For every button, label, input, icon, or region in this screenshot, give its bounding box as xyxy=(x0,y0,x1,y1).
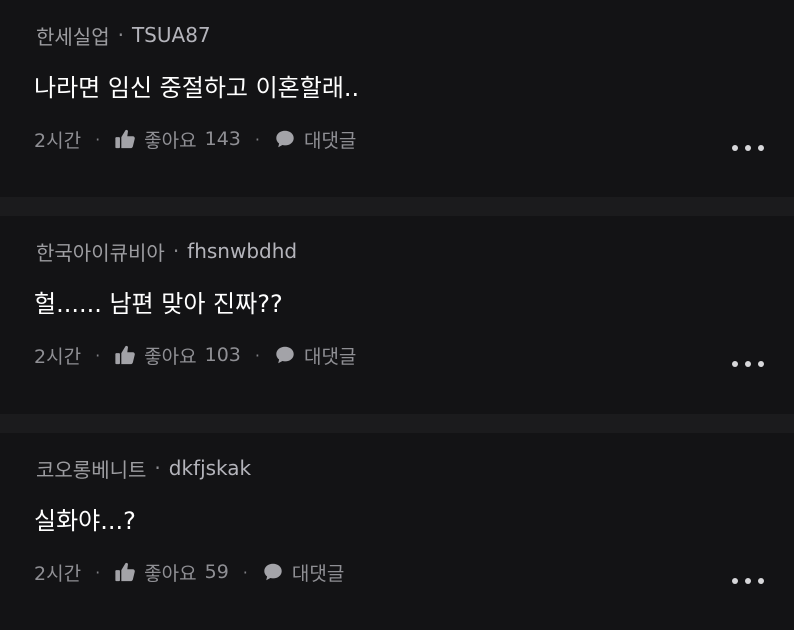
like-button[interactable]: 좋아요 103 xyxy=(114,342,241,369)
like-count: 143 xyxy=(204,128,241,150)
like-count: 103 xyxy=(204,344,241,366)
comment-time: 2시간 xyxy=(34,562,82,585)
separator-dot: · xyxy=(172,239,180,263)
author-company: 코오롱베니트 xyxy=(36,457,147,482)
more-horizontal-icon xyxy=(732,578,738,584)
separator-dot: · xyxy=(95,129,101,149)
author-company: 한세실업 xyxy=(36,24,110,49)
comment-text: 나라면 임신 중절하고 이혼할래.. xyxy=(34,74,360,102)
reply-button[interactable]: 대댓글 xyxy=(274,342,356,369)
thumbs-up-icon xyxy=(115,562,135,582)
separator-dot: · xyxy=(242,562,248,582)
like-button[interactable]: 좋아요 143 xyxy=(114,126,241,153)
more-horizontal-icon xyxy=(732,145,738,151)
speech-bubble-icon xyxy=(264,563,282,581)
comment-author[interactable]: 코오롱베니트 · dkfjskak xyxy=(36,453,251,483)
comment-text: 헐...... 남편 맞아 진짜?? xyxy=(34,290,283,318)
separator-dot: · xyxy=(154,456,161,480)
like-count: 59 xyxy=(204,561,229,583)
author-username: dkfjskak xyxy=(168,456,252,480)
reply-label: 대댓글 xyxy=(303,129,357,152)
separator-dot: · xyxy=(117,23,124,47)
reply-button[interactable]: 대댓글 xyxy=(274,126,356,153)
separator-dot: · xyxy=(254,129,260,149)
more-horizontal-icon xyxy=(732,361,738,367)
more-options-button[interactable] xyxy=(732,140,764,156)
comment-time: 2시간 xyxy=(34,129,82,152)
comment-meta: 2시간 · 좋아요 143 · 대댓글 xyxy=(34,124,356,154)
like-label: 좋아요 xyxy=(144,129,197,152)
thumbs-up-icon xyxy=(115,345,135,365)
comment-list: 한세실업 · TSUA87 나라면 임신 중절하고 이혼할래.. 2시간 · 좋… xyxy=(0,0,794,618)
separator-dot: · xyxy=(95,562,101,582)
reply-label: 대댓글 xyxy=(291,562,345,585)
divider xyxy=(0,414,794,433)
like-label: 좋아요 xyxy=(144,562,197,585)
like-button[interactable]: 좋아요 59 xyxy=(114,559,229,586)
reply-label: 대댓글 xyxy=(303,345,357,368)
speech-bubble-icon xyxy=(276,346,294,364)
comment-time: 2시간 xyxy=(34,345,82,368)
comment-item: 한세실업 · TSUA87 나라면 임신 중절하고 이혼할래.. 2시간 · 좋… xyxy=(0,0,794,197)
like-label: 좋아요 xyxy=(144,345,197,368)
comment-author[interactable]: 한세실업 · TSUA87 xyxy=(36,20,211,50)
author-username: fhsnwbdhd xyxy=(187,239,298,263)
reply-button[interactable]: 대댓글 xyxy=(262,559,344,586)
comment-author[interactable]: 한국아이큐비아 · fhsnwbdhd xyxy=(36,236,297,266)
comment-item: 코오롱베니트 · dkfjskak 실화야...? 2시간 · 좋아요 59 ·… xyxy=(0,433,794,630)
separator-dot: · xyxy=(254,345,260,365)
speech-bubble-icon xyxy=(276,130,294,148)
comment-meta: 2시간 · 좋아요 103 · 대댓글 xyxy=(34,340,356,370)
comment-text: 실화야...? xyxy=(34,507,136,535)
thumbs-up-icon xyxy=(115,129,135,149)
author-company: 한국아이큐비아 xyxy=(36,240,165,265)
comment-meta: 2시간 · 좋아요 59 · 대댓글 xyxy=(34,557,344,587)
more-options-button[interactable] xyxy=(732,573,764,589)
divider xyxy=(0,197,794,216)
separator-dot: · xyxy=(95,345,101,365)
comment-item: 한국아이큐비아 · fhsnwbdhd 헐...... 남편 맞아 진짜?? 2… xyxy=(0,216,794,413)
more-options-button[interactable] xyxy=(732,356,764,372)
author-username: TSUA87 xyxy=(131,23,211,47)
